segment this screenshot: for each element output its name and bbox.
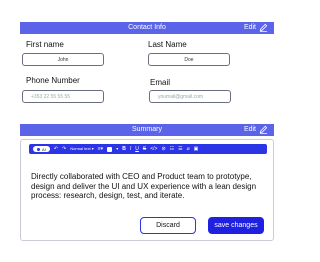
ai-assist-button[interactable]: AI (33, 146, 50, 152)
first-name-input[interactable]: John (22, 53, 104, 66)
color-dropdown-icon[interactable]: ▾ (116, 147, 118, 151)
code-icon[interactable]: </> (150, 146, 157, 152)
phone-number-input[interactable]: +353 22 55 55 55 (22, 90, 104, 103)
contact-edit-label: Edit (243, 24, 256, 31)
numbered-list-icon[interactable]: ☰ (178, 146, 182, 152)
contact-info-header: Contact Info Edit (20, 22, 274, 34)
text-style-value: Normal text (70, 146, 91, 151)
summary-edit-label: Edit (243, 126, 256, 133)
bullet-list-icon[interactable]: ☷ (170, 146, 174, 152)
underline-icon[interactable]: U (135, 146, 139, 152)
save-changes-button[interactable]: save changes (208, 217, 264, 234)
discard-button[interactable]: Discard (140, 217, 196, 234)
sparkle-icon (37, 147, 40, 151)
email-placeholder: youmail@gmail.com (158, 93, 204, 100)
discard-label: Discard (156, 222, 180, 229)
link-icon[interactable]: ⊘ (161, 146, 165, 152)
contact-edit-button[interactable]: Edit (244, 23, 268, 32)
redo-icon[interactable]: ↷ (62, 146, 66, 152)
first-name-label: First name (26, 40, 64, 49)
strikethrough-icon[interactable]: S (143, 146, 146, 152)
list-icon[interactable]: ≡▾ (98, 146, 103, 152)
summary-header: Summary Edit (20, 124, 274, 136)
phone-number-placeholder: +353 22 55 55 55 (31, 93, 71, 100)
attachment-icon[interactable]: ⌀ (187, 146, 190, 152)
ai-assist-label: AI (42, 146, 46, 152)
summary-edit-button[interactable]: Edit (244, 125, 268, 134)
save-changes-label: save changes (214, 222, 258, 229)
pencil-icon (259, 125, 268, 134)
first-name-value: John (57, 56, 69, 63)
summary-body-text[interactable]: Directly collaborated with CEO and Produ… (31, 172, 267, 201)
phone-number-label: Phone Number (26, 76, 80, 85)
last-name-value: Doe (184, 56, 194, 63)
text-style-select[interactable]: Normal text ▾ (70, 147, 94, 151)
email-input[interactable]: youmail@gmail.com (149, 90, 231, 103)
email-label: Email (150, 78, 171, 87)
bold-icon[interactable]: B (122, 146, 126, 152)
last-name-input[interactable]: Doe (148, 53, 230, 66)
image-icon[interactable]: ▣ (194, 146, 199, 152)
last-name-label: Last Name (148, 40, 187, 49)
contact-info-title: Contact Info (128, 24, 166, 31)
pencil-icon (259, 23, 268, 32)
summary-editor[interactable]: AI ↶ ↷ Normal text ▾ ≡▾ ▾ B I U S </> ⊘ … (20, 139, 274, 241)
summary-title: Summary (132, 126, 162, 133)
text-color-icon[interactable] (107, 146, 113, 152)
editor-toolbar: AI ↶ ↷ Normal text ▾ ≡▾ ▾ B I U S </> ⊘ … (29, 144, 267, 154)
italic-icon[interactable]: I (130, 146, 131, 152)
undo-icon[interactable]: ↶ (54, 146, 58, 152)
